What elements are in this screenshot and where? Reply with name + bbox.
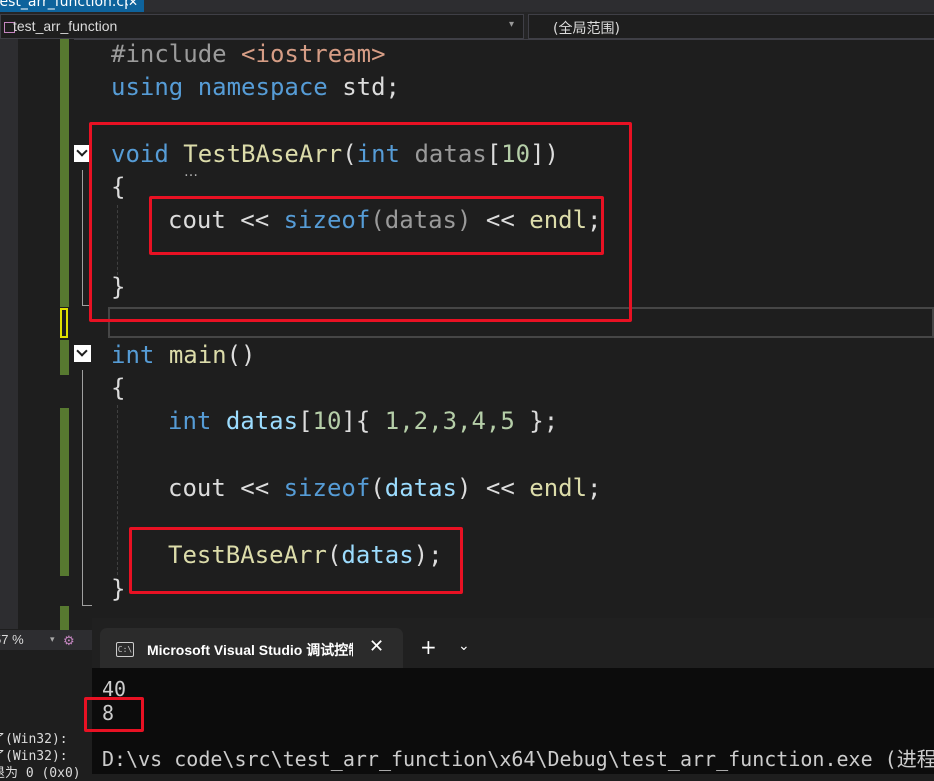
cout-identifier: cout (168, 474, 226, 502)
change-indicator-bar (60, 606, 69, 630)
file-tab-label: test_arr_function.cpp (0, 0, 128, 10)
output-line: 退为 0 (0x0) (0, 766, 81, 781)
code-line-main-decl[interactable]: int datas[10]{ 1,2,3,4,5 }; (168, 406, 558, 436)
main-return-type: int (111, 341, 155, 369)
operator: << (471, 474, 530, 502)
file-tab-close-icon[interactable]: ✕ (128, 0, 144, 12)
project-dropdown-label: test_arr_function (13, 18, 118, 34)
project-dropdown[interactable]: test_arr_function ▾ (0, 14, 524, 39)
terminal-icon: C:\ (116, 642, 134, 657)
highlight-box-call (129, 527, 463, 594)
brace: { (111, 374, 126, 402)
main-name: main (168, 341, 227, 369)
change-indicator-bar (60, 340, 69, 375)
code-line-main-signature[interactable]: int main() (111, 340, 256, 370)
endl-identifier: endl (529, 474, 588, 502)
fold-guide-line (82, 170, 83, 306)
sizeof-keyword: sizeof (283, 474, 371, 502)
glyph-margin (0, 39, 18, 629)
namespace-keyword: namespace (197, 73, 328, 101)
intellicode-icon[interactable]: ⚙ (63, 634, 75, 649)
main-parens: () (226, 341, 256, 369)
new-tab-button[interactable]: + (420, 635, 437, 659)
chevron-down-icon[interactable]: ⌄ (458, 638, 470, 654)
scope-dropdown-label: (全局范围) (553, 21, 620, 37)
semicolon: ; (587, 474, 602, 502)
decl-end: }; (514, 407, 559, 435)
terminal-output-line: D:\vs code\src\test_arr_function\x64\Deb… (102, 747, 934, 771)
change-indicator-bar (60, 408, 69, 576)
code-line-main-brace-open[interactable]: { (111, 373, 125, 403)
include-directive: #include (111, 40, 227, 68)
decl-bracket: [ (298, 407, 313, 435)
terminal-tab-title: Microsoft Visual Studio 调试控制台 (147, 642, 353, 658)
decl-values: 1,2,3,4,5 (384, 407, 515, 435)
fold-guide-line (82, 370, 83, 606)
file-tab[interactable]: test_arr_function.cpp (0, 0, 128, 12)
paren: ) (457, 474, 472, 502)
decl-bracket: ]{ (341, 407, 385, 435)
sizeof-arg: datas (384, 474, 457, 502)
decl-size: 10 (312, 407, 342, 435)
highlight-box-sizeof (149, 196, 604, 255)
indent-guide (117, 405, 118, 575)
chevron-down-icon[interactable]: ▾ (50, 635, 55, 645)
scope-dropdown[interactable]: (全局范围) (528, 14, 934, 39)
using-rest: std; (327, 73, 400, 101)
paren: ( (370, 474, 385, 502)
change-indicator-bar (60, 39, 69, 307)
zoom-level[interactable]: 57 % (0, 632, 24, 647)
code-line-using[interactable]: using namespace std; (111, 72, 400, 102)
caret-line-marker (60, 308, 68, 338)
using-keyword: using (111, 73, 184, 101)
code-line-main-cout[interactable]: cout << sizeof(datas) << endl; (168, 473, 602, 503)
include-header: <iostream> (241, 40, 386, 68)
decl-name: datas (225, 407, 299, 435)
operator: << (225, 474, 284, 502)
fold-guide-end (82, 605, 92, 606)
highlight-box-output (84, 697, 144, 732)
collapse-toggle-icon[interactable] (74, 345, 91, 362)
chevron-down-icon[interactable]: ▾ (509, 19, 514, 30)
decl-type: int (168, 407, 212, 435)
code-line-include[interactable]: #include <iostream> (111, 39, 386, 69)
brace: } (111, 575, 126, 603)
code-line-main-brace-close[interactable]: } (111, 574, 125, 604)
close-icon[interactable]: ✕ (369, 636, 384, 657)
